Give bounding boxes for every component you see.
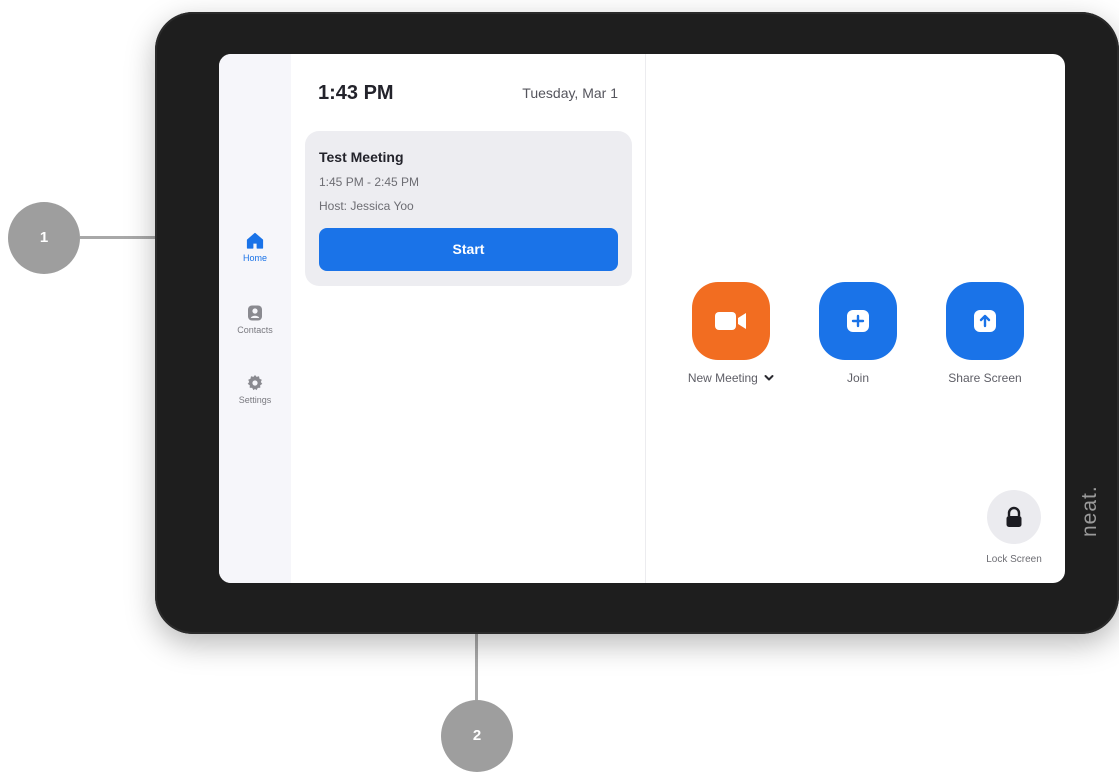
- lock-icon: [1006, 506, 1022, 527]
- chevron-down-icon[interactable]: [764, 374, 774, 382]
- plus-icon: [847, 310, 869, 332]
- share-screen-label: Share Screen: [948, 371, 1022, 385]
- join-action[interactable]: Join: [803, 282, 913, 385]
- current-date: Tuesday, Mar 1: [522, 85, 618, 101]
- join-button[interactable]: [819, 282, 897, 360]
- share-screen-action[interactable]: Share Screen: [930, 282, 1040, 385]
- new-meeting-button[interactable]: [692, 282, 770, 360]
- sidebar-item-label: Home: [242, 253, 267, 263]
- share-screen-button[interactable]: [946, 282, 1024, 360]
- sidebar-item-label: Settings: [238, 395, 272, 405]
- home-icon: [246, 232, 264, 249]
- contacts-icon: [248, 305, 262, 321]
- current-time: 1:43 PM: [318, 82, 394, 104]
- sidebar-item-contacts[interactable]: Contacts: [219, 304, 291, 335]
- lock-screen-label: Lock Screen: [986, 554, 1042, 565]
- new-meeting-label: New Meeting: [687, 371, 758, 385]
- brand-logo: neat.: [1078, 485, 1101, 537]
- touch-screen: Home Contacts Settings 1:43 PM Tuesday, …: [219, 54, 1065, 583]
- meeting-time: 1:45 PM - 2:45 PM: [319, 175, 420, 189]
- meeting-host: Host: Jessica Yoo: [319, 199, 414, 213]
- start-button[interactable]: Start: [319, 228, 618, 271]
- upload-arrow-icon: [974, 310, 996, 332]
- join-label: Join: [846, 371, 869, 385]
- meeting-card[interactable]: Test Meeting 1:45 PM - 2:45 PM Host: Jes…: [305, 131, 632, 286]
- sidebar-item-settings[interactable]: Settings: [219, 374, 291, 405]
- sidebar-item-label: Contacts: [237, 325, 273, 335]
- lock-screen-button[interactable]: [987, 490, 1041, 544]
- gear-icon: [247, 375, 263, 391]
- meetings-panel: 1:43 PM Tuesday, Mar 1 Test Meeting 1:45…: [291, 54, 646, 583]
- new-meeting-action[interactable]: New Meeting: [676, 282, 786, 385]
- callout-1: 1: [8, 202, 80, 274]
- video-camera-icon: [715, 312, 746, 330]
- sidebar: Home Contacts Settings: [219, 54, 291, 583]
- sidebar-item-home[interactable]: Home: [219, 232, 291, 263]
- meeting-title: Test Meeting: [319, 149, 404, 165]
- callout-2: 2: [441, 700, 513, 772]
- lock-screen-action[interactable]: Lock Screen: [969, 490, 1059, 565]
